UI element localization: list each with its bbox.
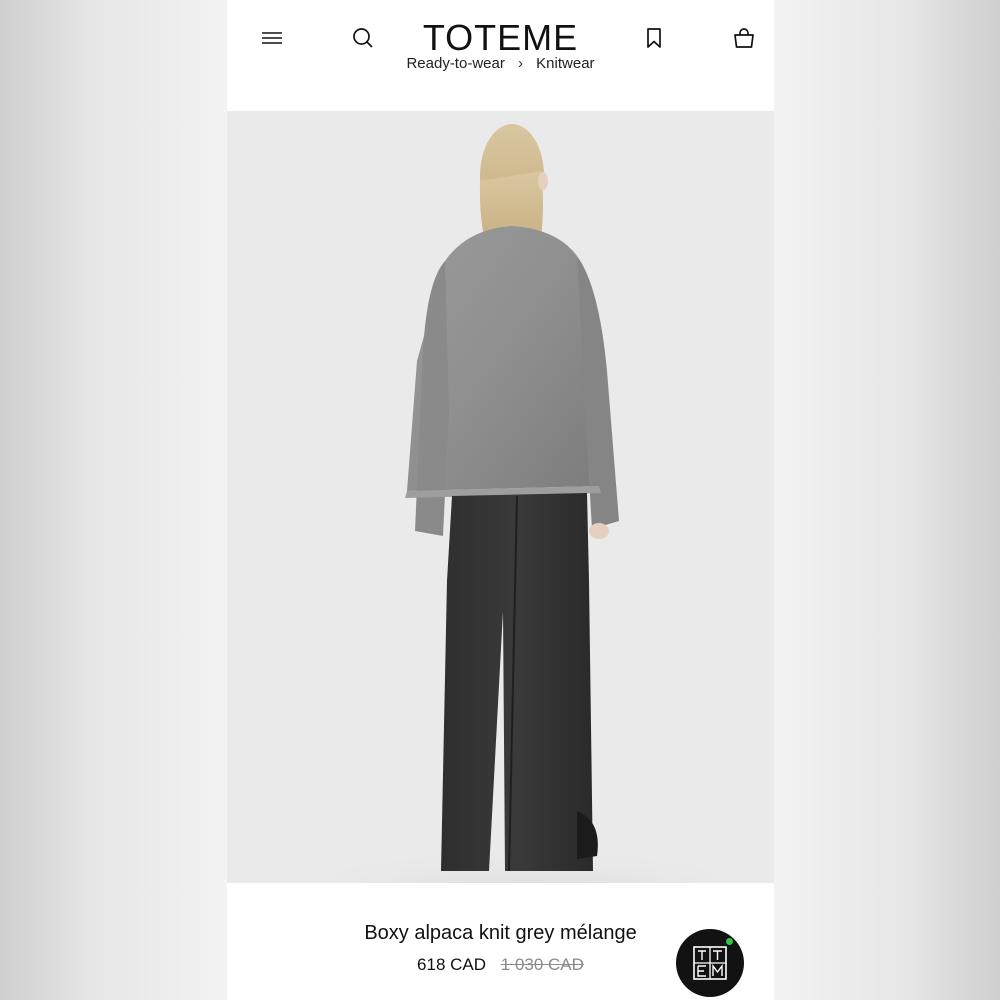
online-status-dot (726, 938, 733, 945)
mobile-page: TOTEME Ready-to-wear › Knitwear Boxy alp… (227, 0, 774, 1000)
breadcrumb-ready-to-wear[interactable]: Ready-to-wear (406, 55, 504, 72)
breadcrumb: Ready-to-wear › Knitwear (227, 55, 774, 72)
sale-price: 618 CAD (417, 955, 487, 974)
bag-icon[interactable] (730, 24, 758, 52)
chevron-right-icon: › (518, 55, 523, 72)
backdrop-right (774, 0, 1000, 1000)
chat-badge-button[interactable] (676, 929, 744, 997)
toteme-monogram-icon (693, 946, 727, 980)
product-info: Boxy alpaca knit grey mélange 618 CAD 1 … (227, 883, 774, 1000)
bookmark-icon[interactable] (640, 24, 668, 52)
breadcrumb-knitwear[interactable]: Knitwear (536, 55, 594, 72)
site-header: TOTEME Ready-to-wear › Knitwear (227, 0, 774, 111)
brand-logo[interactable]: TOTEME (227, 17, 774, 59)
backdrop-left (0, 0, 227, 1000)
original-price: 1 030 CAD (500, 955, 584, 974)
product-image[interactable] (227, 111, 774, 883)
